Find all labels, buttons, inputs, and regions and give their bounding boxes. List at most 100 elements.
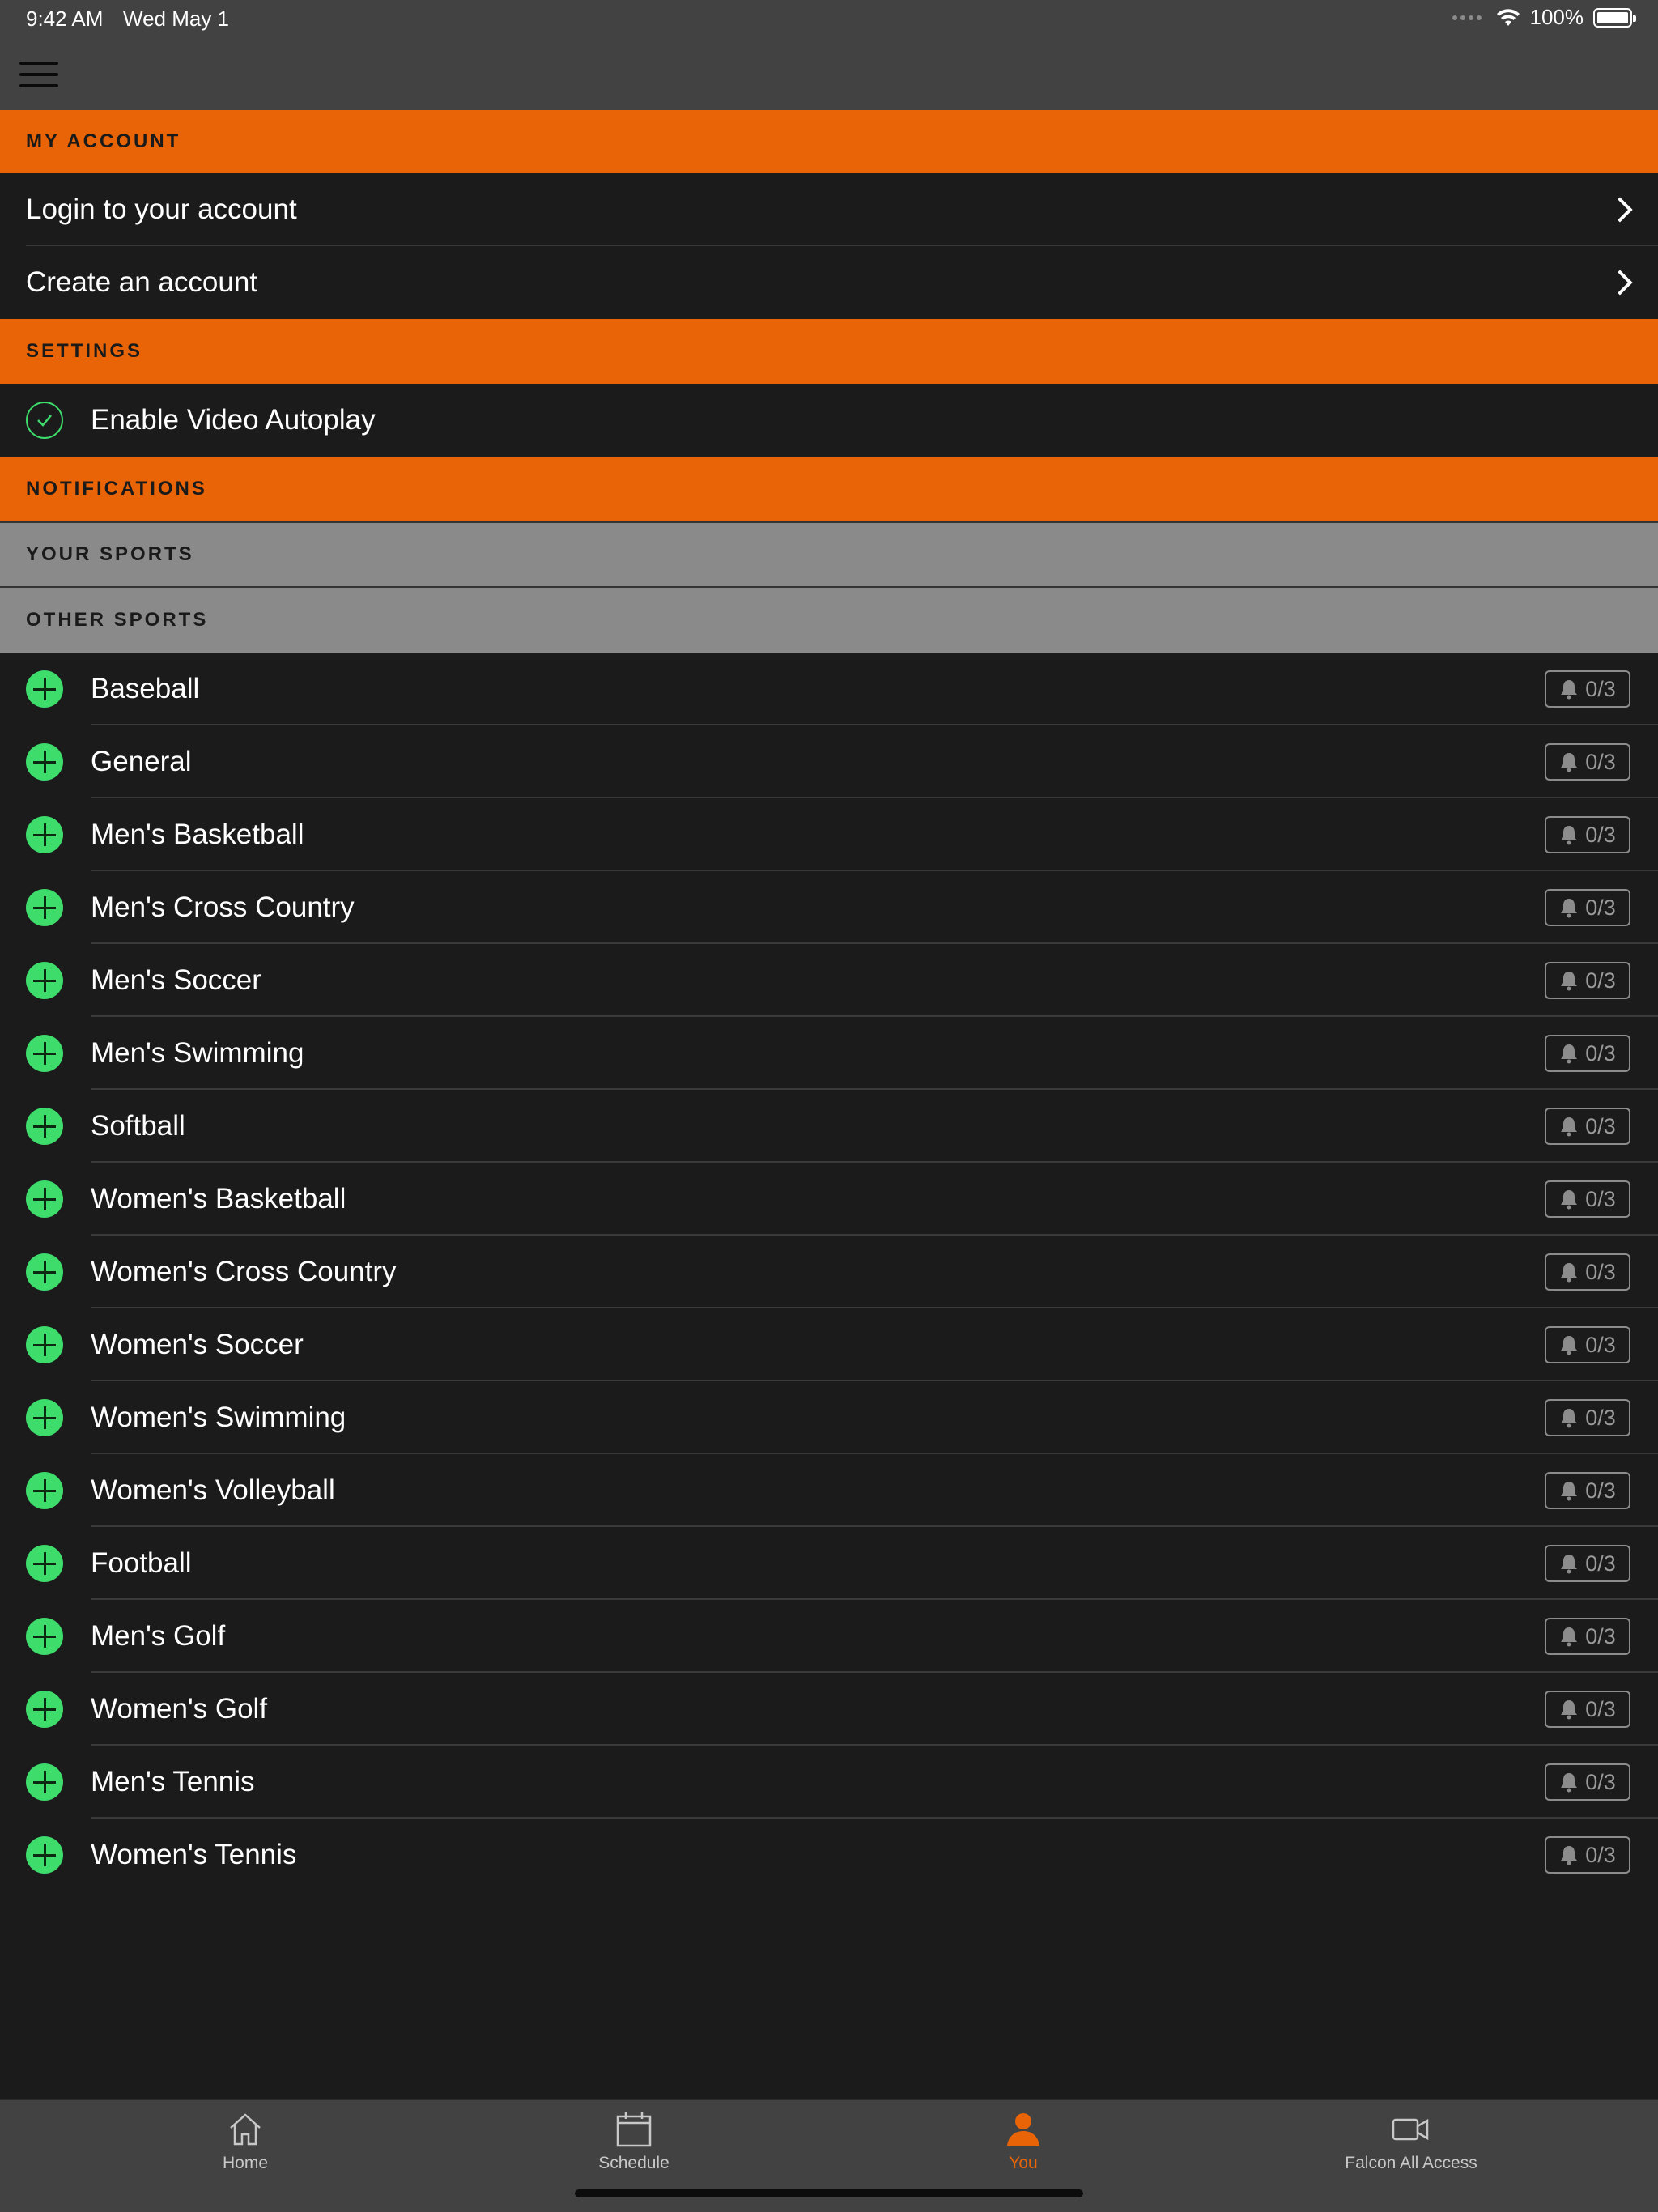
- checkmark-icon[interactable]: [26, 402, 63, 439]
- notification-count: 0/3: [1585, 1332, 1616, 1357]
- notification-count-button[interactable]: 0/3: [1545, 1035, 1630, 1072]
- sport-row[interactable]: Women's Swimming 0/3: [0, 1381, 1658, 1454]
- add-icon[interactable]: [26, 1399, 63, 1436]
- wifi-icon: [1496, 8, 1520, 26]
- bell-icon: [1561, 1409, 1578, 1428]
- sport-row[interactable]: Women's Soccer 0/3: [0, 1308, 1658, 1381]
- chevron-right-icon: [1607, 270, 1633, 296]
- sport-row[interactable]: Softball 0/3: [0, 1090, 1658, 1163]
- sport-row[interactable]: Men's Basketball 0/3: [0, 798, 1658, 871]
- notification-count-button[interactable]: 0/3: [1545, 1399, 1630, 1436]
- add-icon[interactable]: [26, 1691, 63, 1728]
- sport-row[interactable]: Baseball 0/3: [0, 653, 1658, 725]
- bell-icon: [1561, 1700, 1578, 1720]
- sport-row[interactable]: General 0/3: [0, 725, 1658, 798]
- sport-name: Baseball: [91, 673, 200, 704]
- notification-count-button[interactable]: 0/3: [1545, 1108, 1630, 1145]
- sport-row[interactable]: Men's Swimming 0/3: [0, 1017, 1658, 1090]
- status-date: Wed May 1: [123, 6, 230, 31]
- notification-count-button[interactable]: 0/3: [1545, 1763, 1630, 1801]
- add-icon[interactable]: [26, 670, 63, 708]
- add-icon[interactable]: [26, 1836, 63, 1874]
- login-row[interactable]: Login to your account: [0, 173, 1658, 246]
- bell-icon: [1561, 1190, 1578, 1210]
- sport-row[interactable]: Men's Tennis 0/3: [0, 1746, 1658, 1819]
- notification-count: 0/3: [1585, 1842, 1616, 1867]
- home-indicator: [575, 2189, 1083, 2197]
- notification-count-button[interactable]: 0/3: [1545, 1618, 1630, 1655]
- bell-icon: [1561, 899, 1578, 918]
- notification-count: 0/3: [1585, 968, 1616, 993]
- sport-name: Women's Basketball: [91, 1183, 346, 1214]
- add-icon[interactable]: [26, 1618, 63, 1655]
- notification-count-button[interactable]: 0/3: [1545, 1691, 1630, 1728]
- sport-row[interactable]: Women's Cross Country 0/3: [0, 1236, 1658, 1308]
- home-icon: [230, 2113, 261, 2146]
- tab-falcon-all-access[interactable]: Falcon All Access: [1314, 2110, 1508, 2191]
- notification-count-button[interactable]: 0/3: [1545, 962, 1630, 999]
- bell-icon: [1561, 972, 1578, 991]
- add-icon[interactable]: [26, 1472, 63, 1509]
- sport-row[interactable]: Women's Tennis 0/3: [0, 1819, 1658, 1891]
- notification-count: 0/3: [1585, 822, 1616, 847]
- add-icon[interactable]: [26, 1326, 63, 1363]
- add-icon[interactable]: [26, 1545, 63, 1582]
- notification-count-button[interactable]: 0/3: [1545, 1545, 1630, 1582]
- notification-count-button[interactable]: 0/3: [1545, 1836, 1630, 1874]
- top-bar: 9:42 AM Wed May 1 100%: [0, 0, 1658, 110]
- notification-count-button[interactable]: 0/3: [1545, 816, 1630, 853]
- autoplay-row[interactable]: Enable Video Autoplay: [0, 384, 1658, 457]
- sport-name: Men's Swimming: [91, 1037, 304, 1069]
- battery-icon: [1593, 7, 1636, 28]
- add-icon[interactable]: [26, 1763, 63, 1801]
- bell-icon: [1561, 826, 1578, 845]
- notification-count-button[interactable]: 0/3: [1545, 670, 1630, 708]
- add-icon[interactable]: [26, 1035, 63, 1072]
- sport-row[interactable]: Women's Volleyball 0/3: [0, 1454, 1658, 1527]
- add-icon[interactable]: [26, 1108, 63, 1145]
- tab-you[interactable]: You: [926, 2110, 1120, 2191]
- video-icon: [1392, 2118, 1429, 2141]
- tab-schedule[interactable]: Schedule: [537, 2110, 731, 2191]
- sport-row[interactable]: Women's Basketball 0/3: [0, 1163, 1658, 1236]
- section-my-account: MY ACCOUNT: [0, 110, 1658, 173]
- notification-count-button[interactable]: 0/3: [1545, 743, 1630, 781]
- person-icon: [1007, 2113, 1039, 2146]
- notification-count: 0/3: [1585, 1769, 1616, 1794]
- notification-count: 0/3: [1585, 895, 1616, 920]
- notification-count-button[interactable]: 0/3: [1545, 1180, 1630, 1218]
- calendar-icon: [616, 2112, 652, 2147]
- add-icon[interactable]: [26, 962, 63, 999]
- notification-count: 0/3: [1585, 1551, 1616, 1576]
- tab-home[interactable]: Home: [148, 2110, 342, 2191]
- status-indicators: 100%: [1452, 5, 1636, 30]
- section-notifications: NOTIFICATIONS: [0, 457, 1658, 521]
- menu-icon[interactable]: [19, 62, 60, 91]
- sport-row[interactable]: Football 0/3: [0, 1527, 1658, 1600]
- add-icon[interactable]: [26, 743, 63, 781]
- login-label: Login to your account: [26, 194, 297, 225]
- bell-icon: [1561, 1117, 1578, 1137]
- notification-count: 0/3: [1585, 1040, 1616, 1066]
- notification-count: 0/3: [1585, 1623, 1616, 1648]
- create-account-row[interactable]: Create an account: [0, 246, 1658, 319]
- add-icon[interactable]: [26, 1180, 63, 1218]
- notification-count-button[interactable]: 0/3: [1545, 1326, 1630, 1363]
- sport-row[interactable]: Men's Cross Country 0/3: [0, 871, 1658, 944]
- sport-row[interactable]: Men's Golf 0/3: [0, 1600, 1658, 1673]
- add-icon[interactable]: [26, 1253, 63, 1291]
- section-other-sports: OTHER SPORTS: [0, 586, 1658, 653]
- notification-count-button[interactable]: 0/3: [1545, 1472, 1630, 1509]
- autoplay-label: Enable Video Autoplay: [91, 404, 376, 436]
- add-icon[interactable]: [26, 816, 63, 853]
- sport-row[interactable]: Men's Soccer 0/3: [0, 944, 1658, 1017]
- bell-icon: [1561, 753, 1578, 772]
- add-icon[interactable]: [26, 889, 63, 926]
- bell-icon: [1561, 1555, 1578, 1574]
- notification-count-button[interactable]: 0/3: [1545, 1253, 1630, 1291]
- notification-count: 0/3: [1585, 749, 1616, 774]
- sport-row[interactable]: Women's Golf 0/3: [0, 1673, 1658, 1746]
- sport-name: Men's Basketball: [91, 819, 304, 850]
- notification-count-button[interactable]: 0/3: [1545, 889, 1630, 926]
- sport-name: Men's Tennis: [91, 1766, 255, 1797]
